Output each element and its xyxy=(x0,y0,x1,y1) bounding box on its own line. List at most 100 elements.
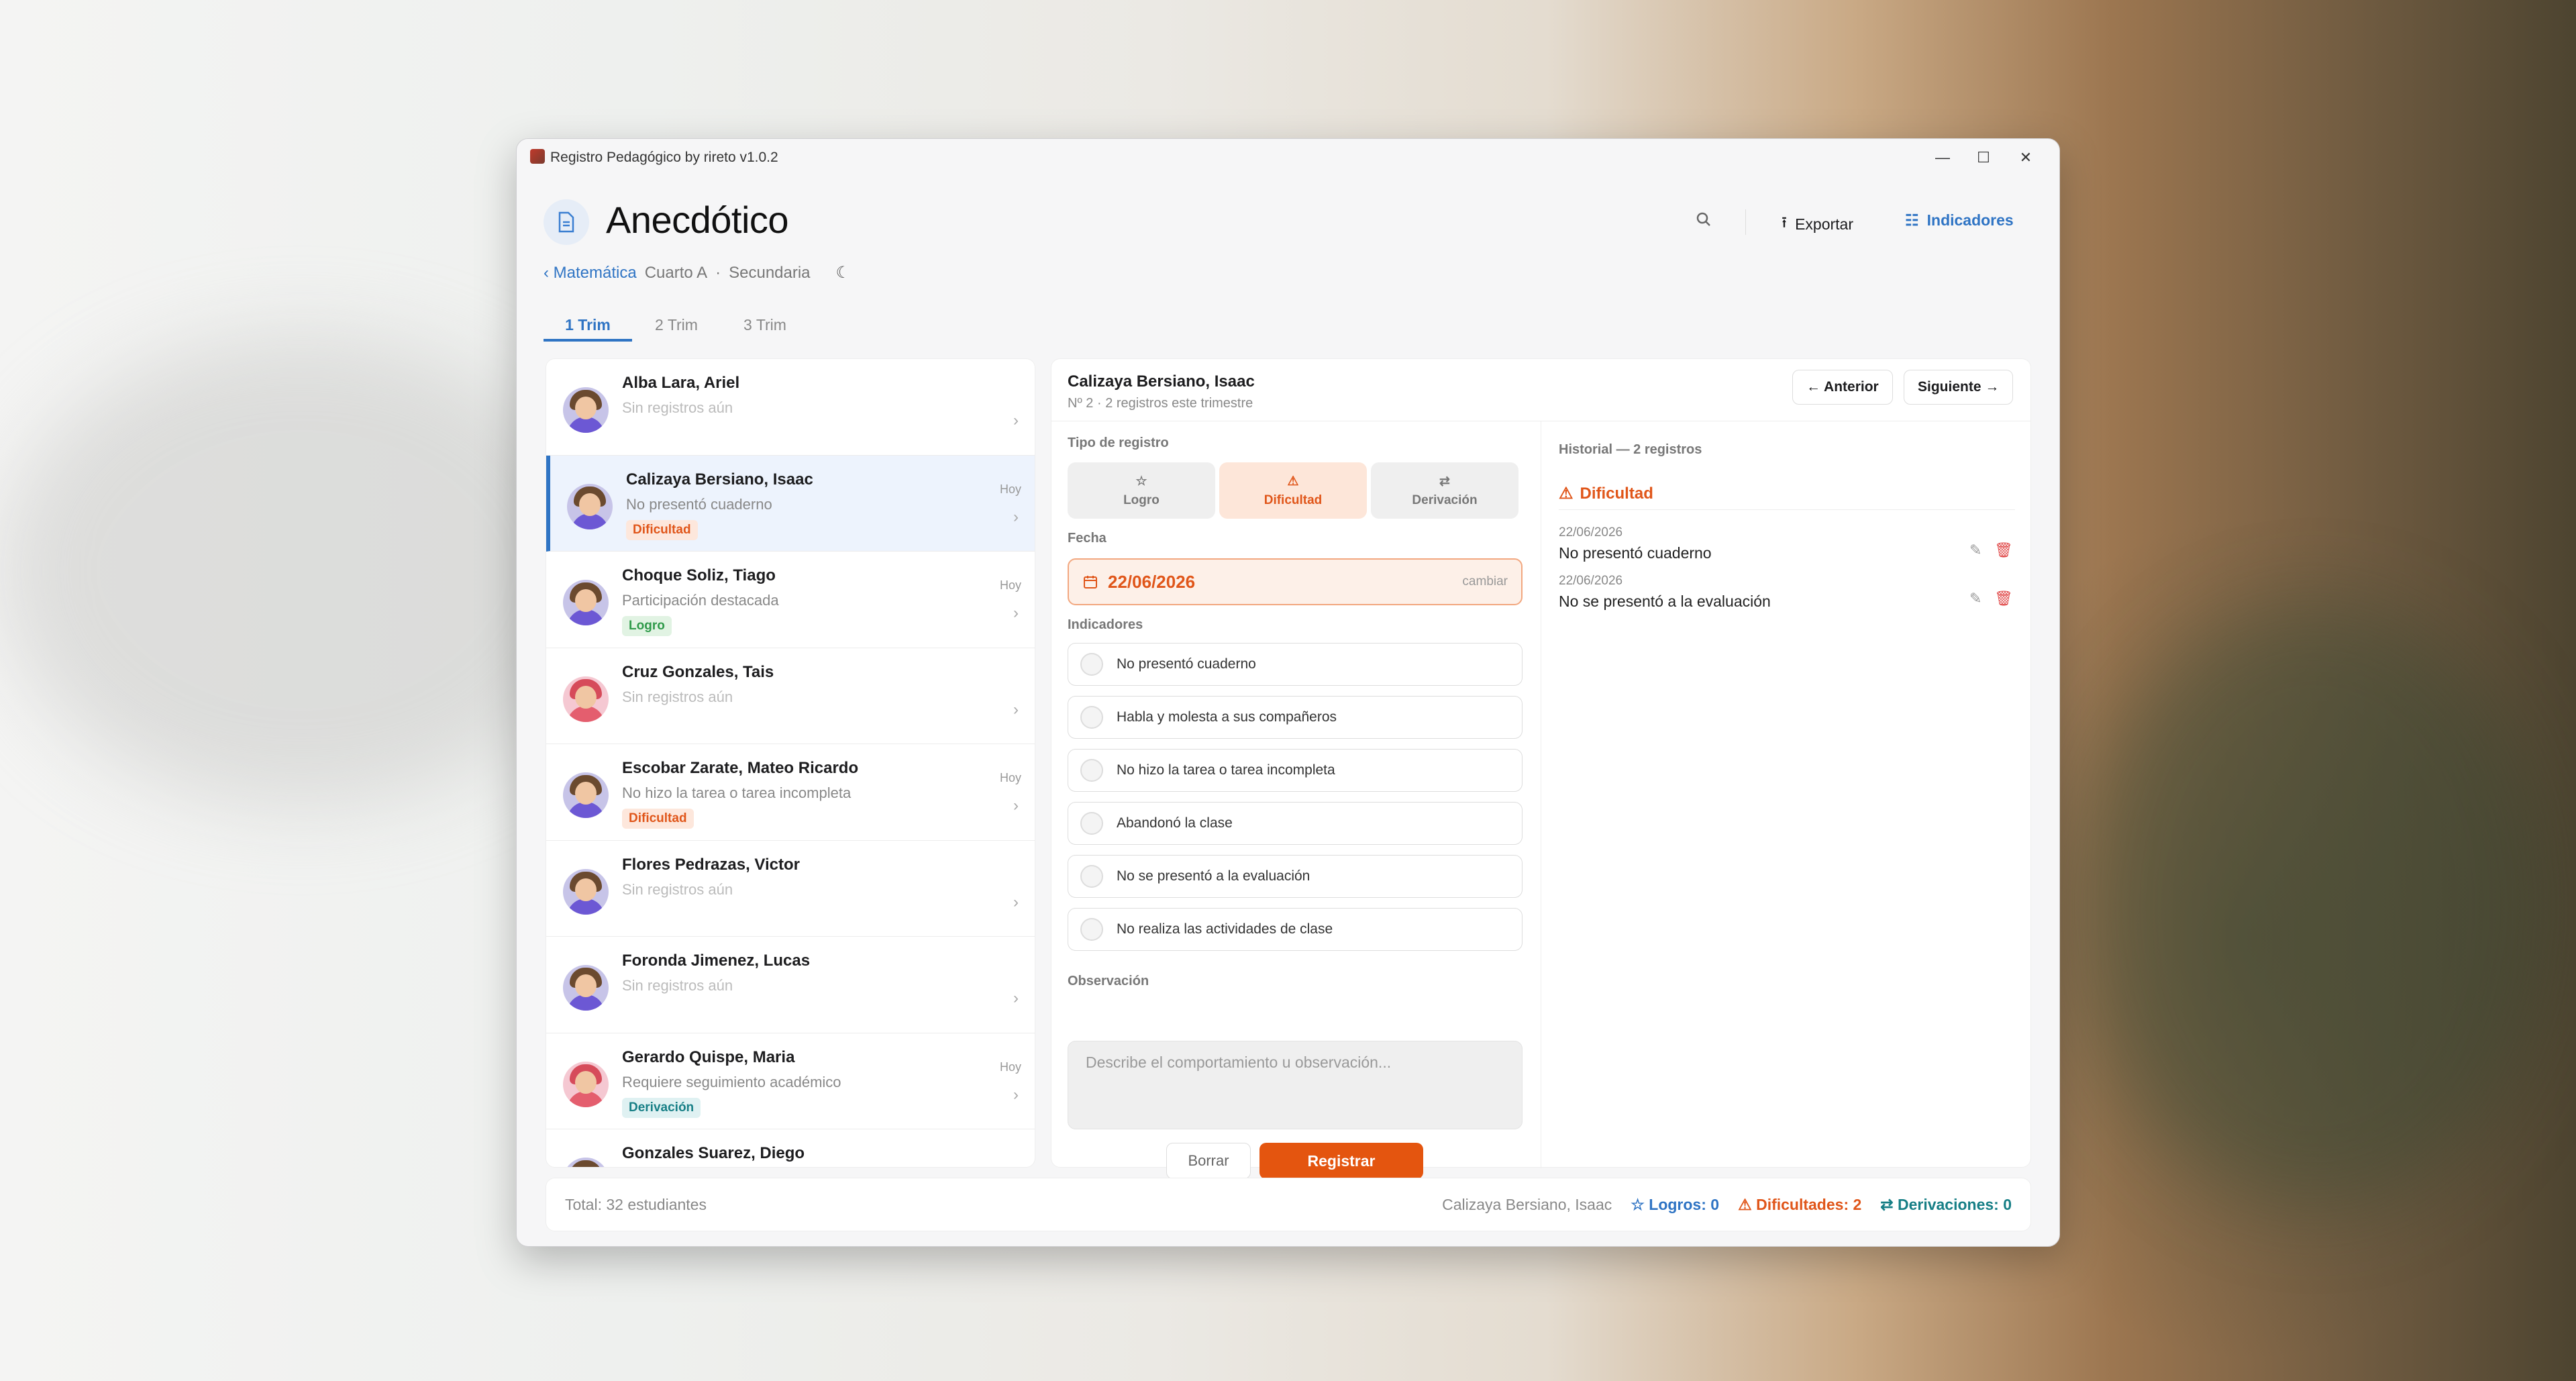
student-name: Calizaya Bersiano, Isaac xyxy=(626,470,813,489)
breadcrumb-subject: Matemática xyxy=(553,263,637,282)
indicators-button[interactable]: ☷ Indicadores xyxy=(1905,211,2014,229)
student-name: Gerardo Quispe, Maria xyxy=(622,1047,795,1066)
checkbox[interactable] xyxy=(1080,812,1103,835)
app-window: Registro Pedagógico by rireto v1.0.2 — ☐… xyxy=(516,138,2060,1247)
sliders-icon: ☷ xyxy=(1905,211,1919,229)
student-row[interactable]: Gerardo Quispe, Maria Requiere seguimien… xyxy=(546,1033,1035,1129)
indicator-option[interactable]: Habla y molesta a sus compañeros xyxy=(1068,696,1523,739)
window-title: Registro Pedagógico by rireto v1.0.2 xyxy=(550,150,778,165)
avatar xyxy=(563,772,609,818)
checkbox[interactable] xyxy=(1080,706,1103,729)
status-badge: Derivación xyxy=(622,1097,701,1118)
student-name: Escobar Zarate, Mateo Ricardo xyxy=(622,759,859,777)
student-row[interactable]: Calizaya Bersiano, Isaac No presentó cua… xyxy=(546,455,1035,552)
app-icon xyxy=(530,149,545,164)
type-logro-button[interactable]: ☆ Logro xyxy=(1068,462,1215,519)
register-button[interactable]: Registrar xyxy=(1259,1143,1423,1179)
today-label: Hoy xyxy=(999,1060,1021,1074)
student-row[interactable]: Escobar Zarate, Mateo Ricardo No hizo la… xyxy=(546,744,1035,841)
student-row[interactable]: Choque Soliz, Tiago Participación destac… xyxy=(546,552,1035,648)
history-title: Historial — 2 registros xyxy=(1559,442,1702,457)
indicator-text: No presentó cuaderno xyxy=(1117,656,1256,672)
avatar xyxy=(567,483,613,529)
derivaciones-text: Derivaciones: 0 xyxy=(1897,1195,2012,1213)
today-label: Hoy xyxy=(999,482,1021,496)
indicators-label: Indicadores xyxy=(1068,617,1143,632)
indicator-option[interactable]: No se presentó a la evaluación xyxy=(1068,855,1523,898)
chevron-right-icon: › xyxy=(1013,892,1019,911)
checkbox[interactable] xyxy=(1080,759,1103,782)
indicator-option[interactable]: No hizo la tarea o tarea incompleta xyxy=(1068,749,1523,792)
avatar xyxy=(563,1158,609,1167)
date-field[interactable]: 22/06/2026 cambiar xyxy=(1068,558,1523,605)
star-icon: ☆ xyxy=(1135,474,1147,489)
divider xyxy=(1559,509,2015,510)
chevron-right-icon: › xyxy=(1013,411,1019,429)
previous-button[interactable]: ← Anterior xyxy=(1792,370,1893,405)
indicator-text: Habla y molesta a sus compañeros xyxy=(1117,709,1337,725)
delete-icon[interactable]: 🗑 xyxy=(1994,542,2013,559)
student-row[interactable]: Alba Lara, Ariel Sin registros aún › xyxy=(546,359,1035,456)
tab-trim-2[interactable]: 2 Trim xyxy=(632,311,721,342)
avatar xyxy=(563,868,609,915)
student-row[interactable]: Gonzales Suarez, Diego xyxy=(546,1129,1035,1167)
checkbox[interactable] xyxy=(1080,653,1103,676)
indicator-option[interactable]: Abandonó la clase xyxy=(1068,802,1523,845)
export-label: Exportar xyxy=(1795,215,1853,233)
student-detail-meta: Nº 2 · 2 registros este trimestre xyxy=(1068,396,1253,411)
swap-icon: ⇄ xyxy=(1439,474,1450,489)
moon-icon[interactable]: ☾ xyxy=(836,263,851,283)
student-row[interactable]: Cruz Gonzales, Tais Sin registros aún › xyxy=(546,648,1035,744)
dificultades-count: ⚠ Dificultades: 2 xyxy=(1738,1196,1861,1214)
today-label: Hoy xyxy=(999,771,1021,784)
student-status: Sin registros aún xyxy=(622,977,733,994)
edit-icon[interactable]: ✎ xyxy=(1969,542,1981,559)
student-name: Cruz Gonzales, Tais xyxy=(622,662,774,681)
student-status: Requiere seguimiento académico xyxy=(622,1073,841,1090)
observation-label: Observación xyxy=(1068,974,1149,988)
clear-button[interactable]: Borrar xyxy=(1166,1143,1251,1179)
indicators-label: Indicadores xyxy=(1926,211,2014,229)
indicator-option[interactable]: No presentó cuaderno xyxy=(1068,643,1523,686)
logros-count: ☆ Logros: 0 xyxy=(1631,1196,1719,1214)
tab-trim-3[interactable]: 3 Trim xyxy=(721,311,809,342)
next-button[interactable]: Siguiente → xyxy=(1904,370,2014,405)
history-group-heading: ⚠ Dificultad xyxy=(1559,484,1653,503)
close-button[interactable]: ✕ xyxy=(2006,144,2046,171)
student-detail-name: Calizaya Bersiano, Isaac xyxy=(1068,372,1255,391)
warning-icon: ⚠ xyxy=(1287,474,1299,489)
student-status: Participación destacada xyxy=(622,592,779,609)
observation-input[interactable]: Describe el comportamiento u observación… xyxy=(1068,1041,1523,1129)
dificultades-text: Dificultades: 2 xyxy=(1756,1195,1862,1213)
type-derivacion-button[interactable]: ⇄ Derivación xyxy=(1371,462,1518,519)
student-row[interactable]: Foronda Jimenez, Lucas Sin registros aún… xyxy=(546,937,1035,1033)
export-button[interactable]: ⭱ Exportar xyxy=(1782,211,1853,238)
change-date-link[interactable]: cambiar xyxy=(1462,574,1508,589)
background-fog xyxy=(0,336,604,805)
chevron-right-icon: › xyxy=(1013,700,1019,719)
type-dificultad-button[interactable]: ⚠ Dificultad xyxy=(1219,462,1367,519)
tab-trim-1[interactable]: 1 Trim xyxy=(544,311,632,342)
breadcrumb-back[interactable]: ‹ Matemática xyxy=(544,264,637,283)
edit-icon[interactable]: ✎ xyxy=(1969,590,1981,607)
delete-icon[interactable]: 🗑 xyxy=(1994,590,2013,607)
avatar xyxy=(563,676,609,722)
minimize-button[interactable]: — xyxy=(1922,144,1963,171)
avatar xyxy=(563,965,609,1011)
title-bar[interactable]: Registro Pedagógico by rireto v1.0.2 — ☐… xyxy=(517,139,2059,176)
indicator-text: Abandonó la clase xyxy=(1117,815,1233,831)
avatar xyxy=(563,1061,609,1107)
indicator-text: No se presentó a la evaluación xyxy=(1117,868,1310,884)
indicator-option[interactable]: No realiza las actividades de clase xyxy=(1068,908,1523,951)
maximize-button[interactable]: ☐ xyxy=(1963,144,2004,171)
student-row[interactable]: Flores Pedrazas, Victor Sin registros aú… xyxy=(546,841,1035,937)
search-button[interactable] xyxy=(1696,211,1712,227)
history-text: No presentó cuaderno xyxy=(1559,544,1712,562)
breadcrumb: ‹ Matemática Cuarto A · Secundaria ☾ xyxy=(544,263,850,283)
type-logro-label: Logro xyxy=(1123,493,1160,507)
history-date: 22/06/2026 xyxy=(1559,525,1623,540)
student-status: Sin registros aún xyxy=(622,880,733,898)
chevron-right-icon: › xyxy=(1013,989,1019,1007)
checkbox[interactable] xyxy=(1080,918,1103,941)
checkbox[interactable] xyxy=(1080,865,1103,888)
